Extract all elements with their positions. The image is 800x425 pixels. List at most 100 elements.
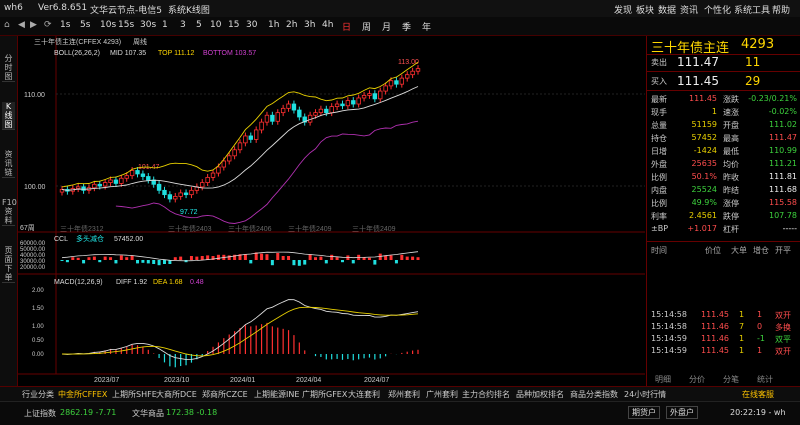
tick-volume: 1 [739, 334, 745, 343]
left-tab-1[interactable]: K线图 [2, 102, 15, 130]
period-7[interactable]: 5 [196, 20, 202, 30]
quote-label-2: 昨收 [723, 173, 739, 182]
macd-axis-0: 2.00 [32, 288, 44, 294]
period-16[interactable]: 周 [362, 20, 371, 33]
bottom-tab-0[interactable]: 行业分类 [22, 389, 54, 400]
period-5[interactable]: 1 [162, 20, 168, 30]
period-15[interactable]: 日 [342, 20, 351, 33]
period-14[interactable]: 4h [322, 20, 333, 30]
period-6[interactable]: 3 [180, 20, 186, 30]
candle-body [102, 182, 108, 187]
panel-tab-1[interactable]: 分价 [689, 374, 705, 385]
macd-value: 0.48 [190, 279, 204, 286]
candle-body [340, 103, 345, 107]
period-label: 周线 [133, 37, 147, 46]
candle-body [189, 189, 194, 196]
period-13[interactable]: 3h [304, 20, 315, 30]
quote-label-2: 速涨 [723, 108, 739, 117]
toolbar-4[interactable]: 个性化 [704, 3, 731, 16]
left-tab-0[interactable]: 分时图 [2, 54, 15, 82]
tick-header-4: 开平 [775, 246, 791, 255]
macd-axis-3: 0.50 [32, 338, 44, 344]
count-label: 67周 [20, 224, 35, 232]
bottom-tab-8[interactable]: 郑州套利 [388, 389, 420, 400]
ccl-bar [400, 254, 404, 260]
quote-row: 内盘 25524 昨结 111.68 [647, 185, 800, 196]
tick-price: 111.45 [701, 346, 729, 355]
quote-label: 比例 [651, 199, 667, 208]
quote-row: 持仓 57452 最高 111.47 [647, 133, 800, 144]
refresh-icon[interactable]: ⟳ [44, 20, 52, 30]
online-service-button[interactable]: 在线客服 [742, 389, 774, 400]
bottom-tab-5[interactable]: 上期能源INE [254, 389, 299, 400]
bottom-tab-3[interactable]: 大商所DCE [156, 389, 197, 400]
left-tab-3[interactable]: F10资料 [2, 198, 17, 226]
toolbar-1[interactable]: 板块 [636, 3, 654, 16]
period-19[interactable]: 年 [422, 20, 431, 33]
foreign-account-button[interactable]: 外盘户 [666, 406, 698, 419]
ccl-bar [200, 256, 204, 260]
bottom-tab-11[interactable]: 品种加权排名 [516, 389, 564, 400]
period-18[interactable]: 季 [402, 20, 411, 33]
period-17[interactable]: 月 [382, 20, 391, 33]
bottom-tab-1[interactable]: 中金所CFFEX [58, 389, 107, 400]
bottom-tab-9[interactable]: 广州套利 [426, 389, 458, 400]
toolbar-2[interactable]: 数据 [658, 3, 676, 16]
period-8[interactable]: 10 [210, 20, 221, 30]
quote-row: 现手 1 速涨 -0.02% [647, 107, 800, 118]
index2-label: 文华商品 [132, 409, 164, 418]
toolbar-5[interactable]: 系统工具 [734, 3, 770, 16]
period-4[interactable]: 30s [140, 20, 156, 30]
macd-label: MACD(12,26,9) [54, 279, 103, 286]
window-tab[interactable]: 系统K线图 [168, 3, 210, 16]
tick-type: 多换 [775, 323, 791, 332]
panel-tab-3[interactable]: 统计 [757, 374, 773, 385]
candle-body [108, 179, 113, 183]
quote-label-2: 最高 [723, 134, 739, 143]
quote-value: 25635 [691, 159, 717, 168]
ccl-bar [394, 260, 398, 264]
period-12[interactable]: 2h [286, 20, 297, 30]
bottom-tab-4[interactable]: 郑商所CZCE [202, 389, 248, 400]
candle-body [183, 192, 189, 196]
bottom-tab-7[interactable]: 大连套利 [348, 389, 380, 400]
chart-area[interactable]: 三十年债主连(CFFEX 4293) 周线 BOLL(26,26,2) MID … [18, 36, 645, 386]
period-toolbar: ⌂ ◀ ▶ ⟳ 1s 5s 10s 15s 30s 1 3 5 10 15 30 1h 2h 3h 4h 日周… [0, 17, 800, 36]
candle-body [270, 114, 275, 122]
period-10[interactable]: 30 [246, 20, 257, 30]
toolbar-0[interactable]: 发现 [614, 3, 632, 16]
toolbar-6[interactable]: 帮助 [772, 3, 790, 16]
quote-label: 持仓 [651, 134, 667, 143]
left-tab-2[interactable]: 资讯链 [2, 150, 15, 178]
ccl-bar [76, 257, 80, 260]
bottom-tab-2[interactable]: 上期所SHFE [112, 389, 157, 400]
period-9[interactable]: 15 [228, 20, 239, 30]
ccl-axis-4: 20000.00 [20, 265, 46, 271]
bottom-tab-13[interactable]: 24小时行情 [624, 389, 666, 400]
bottom-tab-6[interactable]: 广期所GFEX [302, 389, 347, 400]
period-3[interactable]: 15s [118, 20, 134, 30]
candle-body [162, 189, 167, 196]
toolbar-3[interactable]: 资讯 [680, 3, 698, 16]
left-tab-4[interactable]: 页面下单 [2, 246, 15, 283]
period-2[interactable]: 10s [100, 20, 116, 30]
candle-body [259, 121, 264, 131]
period-1[interactable]: 5s [80, 20, 90, 30]
back-icon[interactable]: ◀ [18, 20, 25, 30]
forward-icon[interactable]: ▶ [30, 20, 37, 30]
candle-body [129, 170, 135, 177]
kline-chart[interactable]: 三十年债主连(CFFEX 4293) 周线 BOLL(26,26,2) MID … [18, 36, 645, 386]
futures-account-button[interactable]: 期货户 [628, 406, 660, 419]
quote-value: 57452 [691, 133, 717, 142]
quote-value: 1 [711, 107, 717, 116]
quote-label: ±BP [651, 224, 669, 233]
quote-value: 25524 [691, 185, 717, 194]
period-11[interactable]: 1h [268, 20, 279, 30]
panel-tab-0[interactable]: 明细 [655, 374, 671, 385]
bottom-tab-10[interactable]: 主力合约排名 [462, 389, 510, 400]
home-icon[interactable]: ⌂ [4, 20, 10, 30]
period-0[interactable]: 1s [60, 20, 70, 30]
panel-tab-2[interactable]: 分笔 [723, 374, 739, 385]
ccl-bar [297, 260, 301, 266]
bottom-tab-12[interactable]: 商品分类指数 [570, 389, 618, 400]
